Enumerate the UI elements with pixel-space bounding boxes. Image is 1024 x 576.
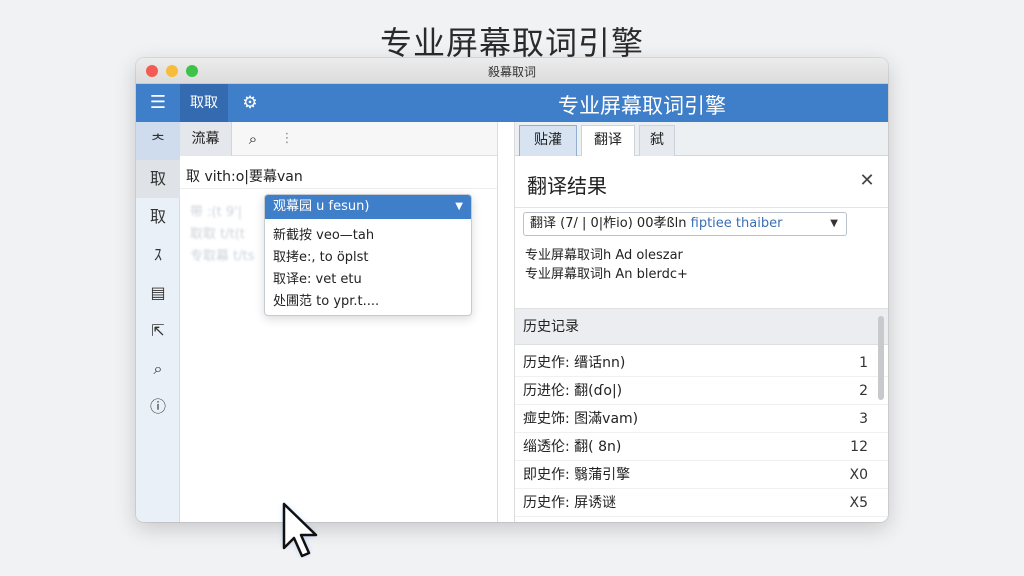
history-count: X0 [849,467,869,483]
dropdown-selected-label: 观幕园 u fesun) [273,199,370,214]
tab-translate[interactable]: 翻译 [581,125,635,156]
result-line: 专业屏幕取词h An blerdc+ [525,267,688,282]
document-icon[interactable]: ▤ [136,274,180,312]
history-count: X5 [849,495,869,511]
translation-panel: 贴灌 翻译 弑 翻译结果 ✕ 翻译 (7/ | 0|柞io) 00孝ßln fi… [514,122,888,522]
mode-dropdown[interactable]: 观幕园 u fesun) ▼ 新截按 veo—tah 取拷e:, to öpls… [264,194,472,316]
dropdown-option[interactable]: 处圃范 to ypr.t.... [265,291,471,313]
history-count: 1 [859,355,868,371]
info-doc-icon[interactable]: ⓘ [136,388,180,426]
history-row[interactable]: 即史作: 翳蒲引擎 X0 [515,461,888,489]
ghost-line: 专取幕 t/ts [190,249,255,264]
language-select-prefix: 翻译 (7/ | 0|柞io) 00孝ßln [530,216,691,231]
translation-tabs: 贴灌 翻译 弑 [515,122,888,156]
sidebar: ᄎ 取 取 ｽ ▤ ⇱ ⌕ ⓘ [136,122,180,522]
sidebar-item-capture-2[interactable]: 取 [136,198,180,236]
divider [180,188,497,189]
divider-icon: ⋮ [280,131,294,146]
search-doc-icon[interactable]: ⌕ [136,350,180,388]
main-body: ᄎ 取 取 ｽ ▤ ⇱ ⌕ ⓘ 流幕 ⌕ ⋮ 取 vith:o|要幕van 带 … [136,122,888,522]
tab-capture[interactable]: 流幕 [180,122,232,156]
history-text: 历史作: 屏诱谜 [523,495,617,511]
tab-other[interactable]: 弑 [639,125,675,156]
dropdown-option[interactable]: 新截按 veo—tah [265,225,471,247]
pin-icon[interactable]: ᄎ [136,122,180,160]
capture-toolbar: 流幕 ⌕ ⋮ [180,122,497,156]
dropdown-option[interactable]: 取拷e:, to öplst [265,247,471,269]
history-text: 历史作: 缙话nn) [523,355,626,371]
history-row[interactable]: 痖史饰: 图滿vam) 3 [515,405,888,433]
hamburger-icon[interactable]: ☰ [144,92,172,114]
app-title: 专业屏幕取词引擎 [558,94,726,118]
result-line: 专业屏幕取词h Ad oleszar [525,248,683,263]
history-count: 2 [859,383,868,399]
tab-paste[interactable]: 贴灌 [519,125,577,156]
language-select[interactable]: 翻译 (7/ | 0|柞io) 00孝ßln fiptiee thaiber ▼ [523,212,847,236]
history-count: 12 [850,439,868,455]
export-icon[interactable]: ⇱ [136,312,180,350]
translation-title: 翻译结果 [527,174,607,198]
search-icon[interactable]: ⌕ [242,128,264,150]
language-select-value: fiptiee thaiber [690,216,783,231]
history-row[interactable]: 历史作: 屏诱谜 X5 [515,489,888,517]
app-window: 殺幕取词 ☰ 取取 ⚙ 专业屏幕取词引擎 ᄎ 取 取 ｽ ▤ ⇱ ⌕ ⓘ 流幕 … [136,58,888,522]
dropdown-option[interactable]: 取译e: vet etu [265,269,471,291]
gear-icon[interactable]: ⚙ [236,92,264,114]
history-row[interactable]: 历史作: 缙话nn) 1 [515,349,888,377]
history-scrollbar[interactable] [878,316,884,400]
ghost-line: 取取 t/t(t [190,227,245,242]
history-count: 3 [859,411,868,427]
title-bar: 殺幕取词 [136,58,888,84]
history-row[interactable]: 缁透伦: 翻( 8n) 12 [515,433,888,461]
mouse-cursor-icon [282,502,318,558]
sidebar-item-tools[interactable]: ｽ [136,236,180,274]
history-title: 历史记录 [515,309,888,345]
query-text[interactable]: 取 vith:o|要幕van [186,166,303,186]
history-row[interactable]: 历进伦: 翻(ɗo|) 2 [515,377,888,405]
window-title: 殺幕取词 [487,65,536,79]
translation-result: 专业屏幕取词h Ad oleszar 专业屏幕取词h An blerdc+ [525,246,688,284]
history-list: 历史作: 缙话nn) 1 历进伦: 翻(ɗo|) 2 痖史饰: 图滿vam) 3… [515,345,888,517]
chevron-down-icon[interactable]: ▼ [830,213,838,235]
sidebar-item-capture[interactable]: 取 [136,160,180,198]
history-text: 痖史饰: 图滿vam) [523,411,639,427]
toolbar-tab[interactable]: 取取 [180,84,228,122]
dropdown-selected[interactable]: 观幕园 u fesun) ▼ [265,195,471,219]
ghost-line: 带 :(t 9'| [190,205,243,220]
app-toolbar: ☰ 取取 ⚙ 专业屏幕取词引擎 [136,84,888,122]
translation-header: 翻译结果 ✕ [515,156,888,208]
history-panel: 历史记录 历史作: 缙话nn) 1 历进伦: 翻(ɗo|) 2 痖史饰: 图滿v… [515,308,888,522]
chevron-down-icon[interactable]: ▼ [455,195,463,219]
history-text: 即史作: 翳蒲引擎 [523,467,631,483]
close-icon[interactable]: ✕ [858,170,876,192]
ghost-text-block: 带 :(t 9'| 取取 t/t(t 专取幕 t/ts [190,202,254,268]
history-text: 历进伦: 翻(ɗo|) [523,383,623,399]
capture-panel: 流幕 ⌕ ⋮ 取 vith:o|要幕van 带 :(t 9'| 取取 t/t(t… [180,122,498,522]
history-text: 缁透伦: 翻( 8n) [523,439,622,455]
